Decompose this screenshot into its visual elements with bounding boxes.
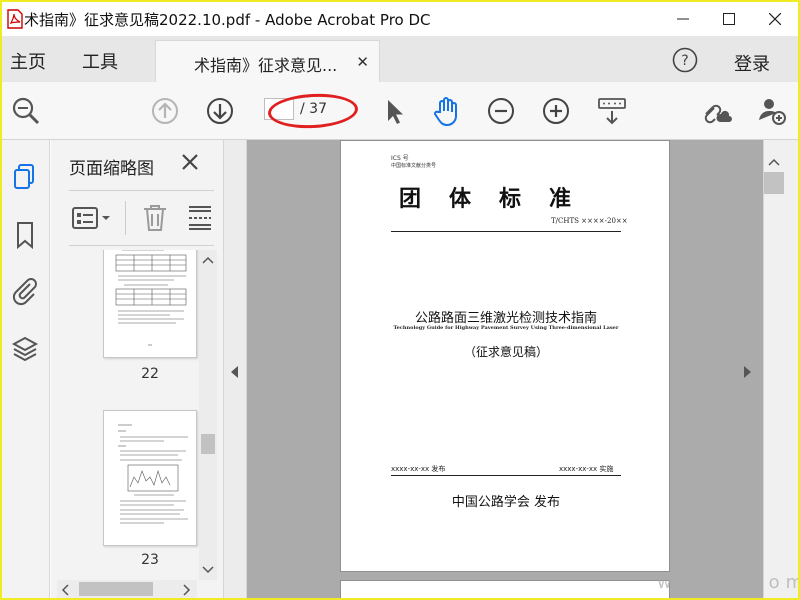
bookmarks-icon[interactable] [10,220,40,250]
publish-date: xxxx-xx-xx 发布 [391,465,446,473]
menu-home[interactable]: 主页 [10,48,46,74]
scroll-down-icon[interactable] [202,566,214,574]
insert-pages-icon[interactable] [187,203,213,233]
select-cursor-icon[interactable] [378,95,410,127]
menu-tools[interactable]: 工具 [82,48,118,74]
panel-collapse-handle[interactable] [223,140,247,598]
scroll-right-icon[interactable] [183,584,191,596]
hand-tool-icon[interactable] [430,95,462,127]
thumbnails-vertical-scrollbar[interactable] [199,250,217,580]
window-title: 术指南》征求意见稿2022.10.pdf - Adobe Acrobat Pro… [24,11,431,29]
draft-label: （征求意见稿） [463,345,548,359]
title-bar: 术指南》征求意见稿2022.10.pdf - Adobe Acrobat Pro… [2,2,798,36]
doc-scrollbar-thumb[interactable] [764,172,784,194]
thumbnails-list: 22 23 [51,250,199,580]
options-menu-icon[interactable] [71,205,115,231]
ics-number: ICS 号 [391,155,409,162]
add-user-icon[interactable] [756,95,788,127]
page-23-preview [118,424,188,524]
acrobat-app-icon [7,9,23,29]
header-rule [391,231,621,232]
document-tab-label: 术指南》征求意见... [194,56,338,75]
login-button[interactable]: 登录 [734,50,770,76]
document-title: 公路路面三维激光检测技术指南 [414,311,597,326]
document-tab[interactable]: 术指南》征求意见... ✕ [155,40,380,82]
layers-icon[interactable] [10,334,40,364]
scroll-left-icon[interactable] [61,584,69,596]
standard-type-heading: 团体标准 [399,186,600,212]
standard-number: T/CHTS ××××-20×× [551,217,628,225]
minimize-icon [677,18,689,20]
thumbnail-page-number: 23 [141,552,159,568]
panel-toolbar [69,190,214,246]
right-collapse-handle[interactable] [734,140,764,598]
expand-right-icon [744,366,751,378]
scroll-up-icon[interactable] [202,256,214,264]
close-icon [769,13,781,25]
page-thumbnails-icon[interactable] [10,162,40,192]
thumbnail-page-number: 22 [141,366,159,382]
minimize-button[interactable] [660,2,706,36]
menu-tab-bar: 主页 工具 术指南》征求意见... ✕ ? 登录 [2,36,798,82]
pdf-page: ICS 号 中国标准文献分类号 团体标准 T/CHTS ××××-20×× 公路… [340,140,670,572]
panel-title: 页面缩略图 [69,159,154,179]
link-cloud-icon[interactable] [700,95,732,127]
maximize-icon [723,13,735,25]
document-viewer: ICS 号 中国标准文献分类号 团体标准 T/CHTS ××××-20×× 公路… [247,140,761,598]
document-vertical-scrollbar[interactable] [763,140,798,598]
acrobat-window: 术指南》征求意见稿2022.10.pdf - Adobe Acrobat Pro… [2,2,798,598]
doc-scroll-up-icon [768,158,780,166]
publisher: 中国公路学会 发布 [451,495,561,510]
watermark: www. .com [657,572,798,593]
close-window-button[interactable] [752,2,798,36]
thumbnails-panel: 页面缩略图 22 23 [51,140,223,598]
svg-text:?: ? [681,53,688,69]
tab-close-icon[interactable]: ✕ [356,53,369,71]
delete-trash-icon[interactable] [141,203,169,233]
page-22-preview [115,250,187,346]
keyboard-scroll-icon[interactable] [596,95,628,127]
zoom-search-icon[interactable] [10,95,42,127]
horizontal-scrollbar-thumb[interactable] [79,582,153,596]
footer-rule [391,475,621,476]
toolbar-divider [125,201,126,235]
next-page-icon[interactable] [204,95,236,127]
panel-close-icon[interactable] [179,151,201,173]
attachments-icon[interactable] [10,276,40,306]
main-toolbar: / 37 [2,82,798,140]
document-title-english: Technology Guide for Highway Pavement Su… [393,325,619,331]
implement-date: xxxx-xx-xx 实施 [559,465,614,473]
help-icon[interactable]: ? [672,47,698,73]
pdf-next-page [340,580,670,598]
thumbnails-horizontal-scrollbar[interactable] [57,580,197,598]
collapse-left-icon [231,366,238,378]
maximize-button[interactable] [706,2,752,36]
zoom-out-icon[interactable] [485,95,517,127]
previous-page-icon[interactable] [149,95,181,127]
thumbnail-page-23[interactable] [103,410,197,546]
scrollbar-thumb[interactable] [201,434,215,454]
navigation-rail [2,140,50,598]
zoom-in-icon[interactable] [540,95,572,127]
classification-number: 中国标准文献分类号 [391,163,437,169]
thumbnail-page-22[interactable] [103,250,197,358]
doc-scroll-up[interactable] [764,152,784,166]
